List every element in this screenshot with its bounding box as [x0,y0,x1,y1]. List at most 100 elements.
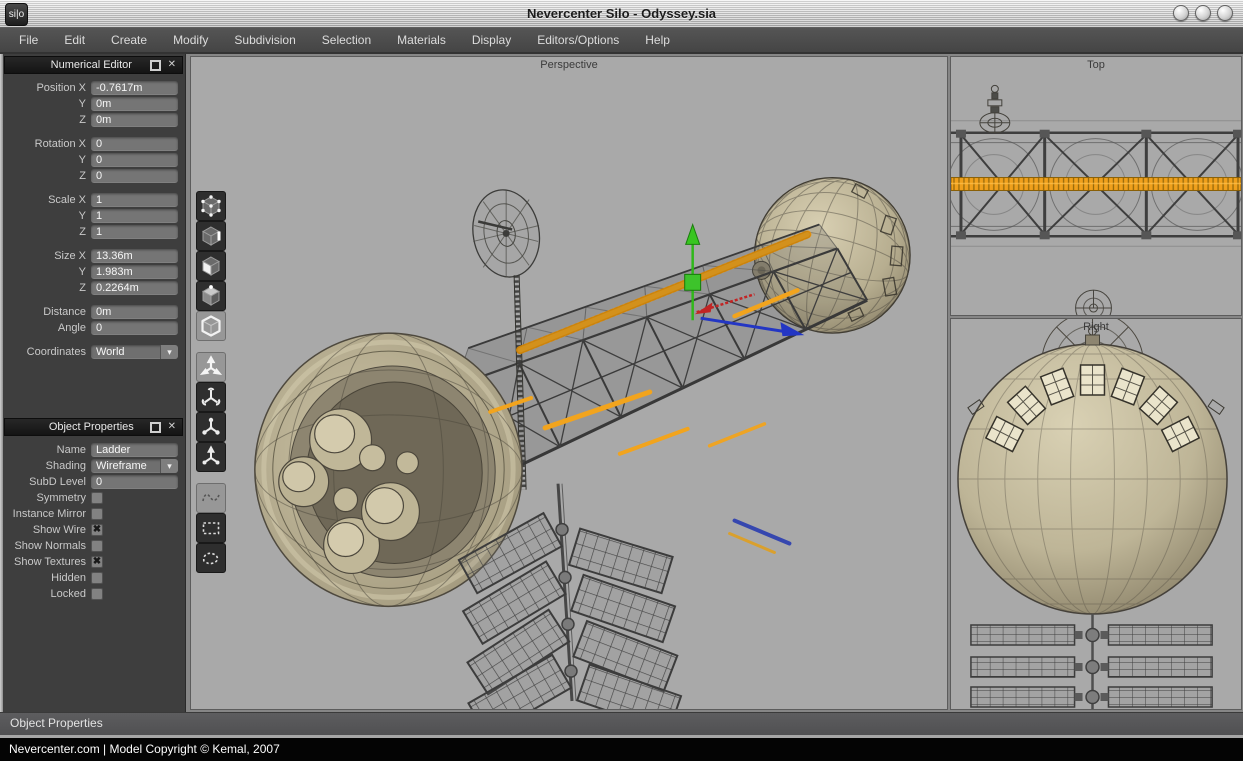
shading-value: Wireframe [96,460,147,472]
window-button-2[interactable] [1195,5,1211,21]
size-x-row: Size X13.36m [6,249,178,263]
position-y-label: Y [6,97,91,111]
menu-item-edit[interactable]: Edit [51,28,98,52]
show-textures-checkbox[interactable] [91,556,103,568]
position-x-field[interactable]: -0.7617m [91,81,178,95]
move-tool-button[interactable] [196,352,226,382]
show-wire-checkbox[interactable] [91,524,103,536]
coordinates-value: World [96,346,125,358]
paint-select-button[interactable] [196,483,226,513]
angle-field[interactable]: 0 [91,321,178,335]
close-icon[interactable] [168,422,176,432]
perspective-viewport[interactable]: Perspective [190,56,948,710]
object-cube-icon [199,284,223,308]
shading-dropdown[interactable]: Wireframe [91,459,178,473]
scale-tool-button[interactable] [196,412,226,442]
rotate-tool-button[interactable] [196,382,226,412]
maximize-icon[interactable] [150,422,161,433]
numerical-editor-header[interactable]: Numerical Editor [4,56,183,74]
size-x-value: 13.36m [96,250,133,262]
right-viewport[interactable]: Right [950,318,1242,710]
hidden-checkbox[interactable] [91,572,103,584]
scale-z-field[interactable]: 1 [91,225,178,239]
instance-mirror-checkbox[interactable] [91,508,103,520]
subd-level-value: 0 [96,476,102,488]
size-y-label: Y [6,265,91,279]
window-button-3[interactable] [1217,5,1233,21]
menu-item-modify[interactable]: Modify [160,28,221,52]
dropdown-arrow-icon [160,345,178,359]
object-properties-fields: NameLadderShadingWireframeSubD Level0 [6,443,178,489]
scale-y-field[interactable]: 1 [91,209,178,223]
size-y-field[interactable]: 1.983m [91,265,178,279]
show-wire-label: Show Wire [6,523,91,537]
position-z-field[interactable]: 0m [91,113,178,127]
footer-bar: Nevercenter.com | Model Copyright © Kema… [0,738,1243,761]
menu-item-file[interactable]: File [6,28,51,52]
object-name-value: Ladder [96,444,130,456]
rotation-z-field[interactable]: 0 [91,169,178,183]
object-mode-button[interactable] [196,281,226,311]
symmetry-checkbox[interactable] [91,492,103,504]
rotation-x-field[interactable]: 0 [91,137,178,151]
title-bar[interactable]: si|o Nevercenter Silo - Odyssey.sia [0,0,1243,28]
selection-mode-group [196,191,226,341]
top-view-antenna [980,85,1010,132]
position-z-row: Z0m [6,113,178,127]
universal-axes-icon [199,445,223,469]
edge-mode-button[interactable] [196,221,226,251]
lasso-select-button[interactable] [196,543,226,573]
vertex-mode-button[interactable] [196,191,226,221]
perspective-scene-canvas[interactable] [191,57,947,709]
object-name-field[interactable]: Ladder [91,443,178,457]
rotate-axes-icon [199,385,223,409]
locked-checkbox[interactable] [91,588,103,600]
object-name-row: NameLadder [6,443,178,457]
maximize-icon[interactable] [150,60,161,71]
perspective-viewport-label: Perspective [191,59,947,71]
menu-item-selection[interactable]: Selection [309,28,384,52]
scale-x-value: 1 [96,194,102,206]
rotation-y-field[interactable]: 0 [91,153,178,167]
distance-field[interactable]: 0m [91,305,178,319]
window-button-1[interactable] [1173,5,1189,21]
right-viewport-label: Right [951,321,1241,333]
coordinates-label: Coordinates [6,345,91,359]
close-icon[interactable] [168,60,176,70]
size-z-field[interactable]: 0.2264m [91,281,178,295]
menu-bar: FileEditCreateModifySubdivisionSelection… [0,28,1243,54]
locked-row: Locked [6,587,178,601]
scale-x-field[interactable]: 1 [91,193,178,207]
size-x-field[interactable]: 13.36m [91,249,178,263]
marquee-rect-icon [199,516,223,540]
menu-item-subdivision[interactable]: Subdivision [221,28,308,52]
menu-item-create[interactable]: Create [98,28,160,52]
universal-tool-button[interactable] [196,442,226,472]
top-view-ladder-highlight [951,178,1241,191]
menu-item-help[interactable]: Help [632,28,683,52]
angle-value: 0 [96,322,102,334]
menu-item-materials[interactable]: Materials [384,28,459,52]
coordinates-dropdown[interactable]: World [91,345,178,359]
multi-mode-button[interactable] [196,311,226,341]
right-scene-canvas[interactable] [951,319,1241,709]
top-viewport[interactable]: Top [950,56,1242,316]
dropdown-arrow-icon [160,459,178,473]
face-mode-button[interactable] [196,251,226,281]
object-properties-header[interactable]: Object Properties [4,418,183,436]
menu-item-editors-options[interactable]: Editors/Options [524,28,632,52]
left-panel-dock: Numerical Editor Position X-0.7617mY0mZ0… [0,54,186,712]
size-y-row: Y1.983m [6,265,178,279]
subd-level-label: SubD Level [6,475,91,489]
menu-item-display[interactable]: Display [459,28,524,52]
angle-row: Angle0 [6,321,178,335]
rect-select-button[interactable] [196,513,226,543]
position-y-field[interactable]: 0m [91,97,178,111]
show-normals-checkbox[interactable] [91,540,103,552]
object-properties-panel: Object Properties NameLadderShadingWiref… [4,418,183,611]
subd-level-field[interactable]: 0 [91,475,178,489]
top-scene-canvas[interactable] [951,57,1241,315]
size-z-value: 0.2264m [96,282,139,294]
scale-x-label: Scale X [6,193,91,207]
scale-y-label: Y [6,209,91,223]
